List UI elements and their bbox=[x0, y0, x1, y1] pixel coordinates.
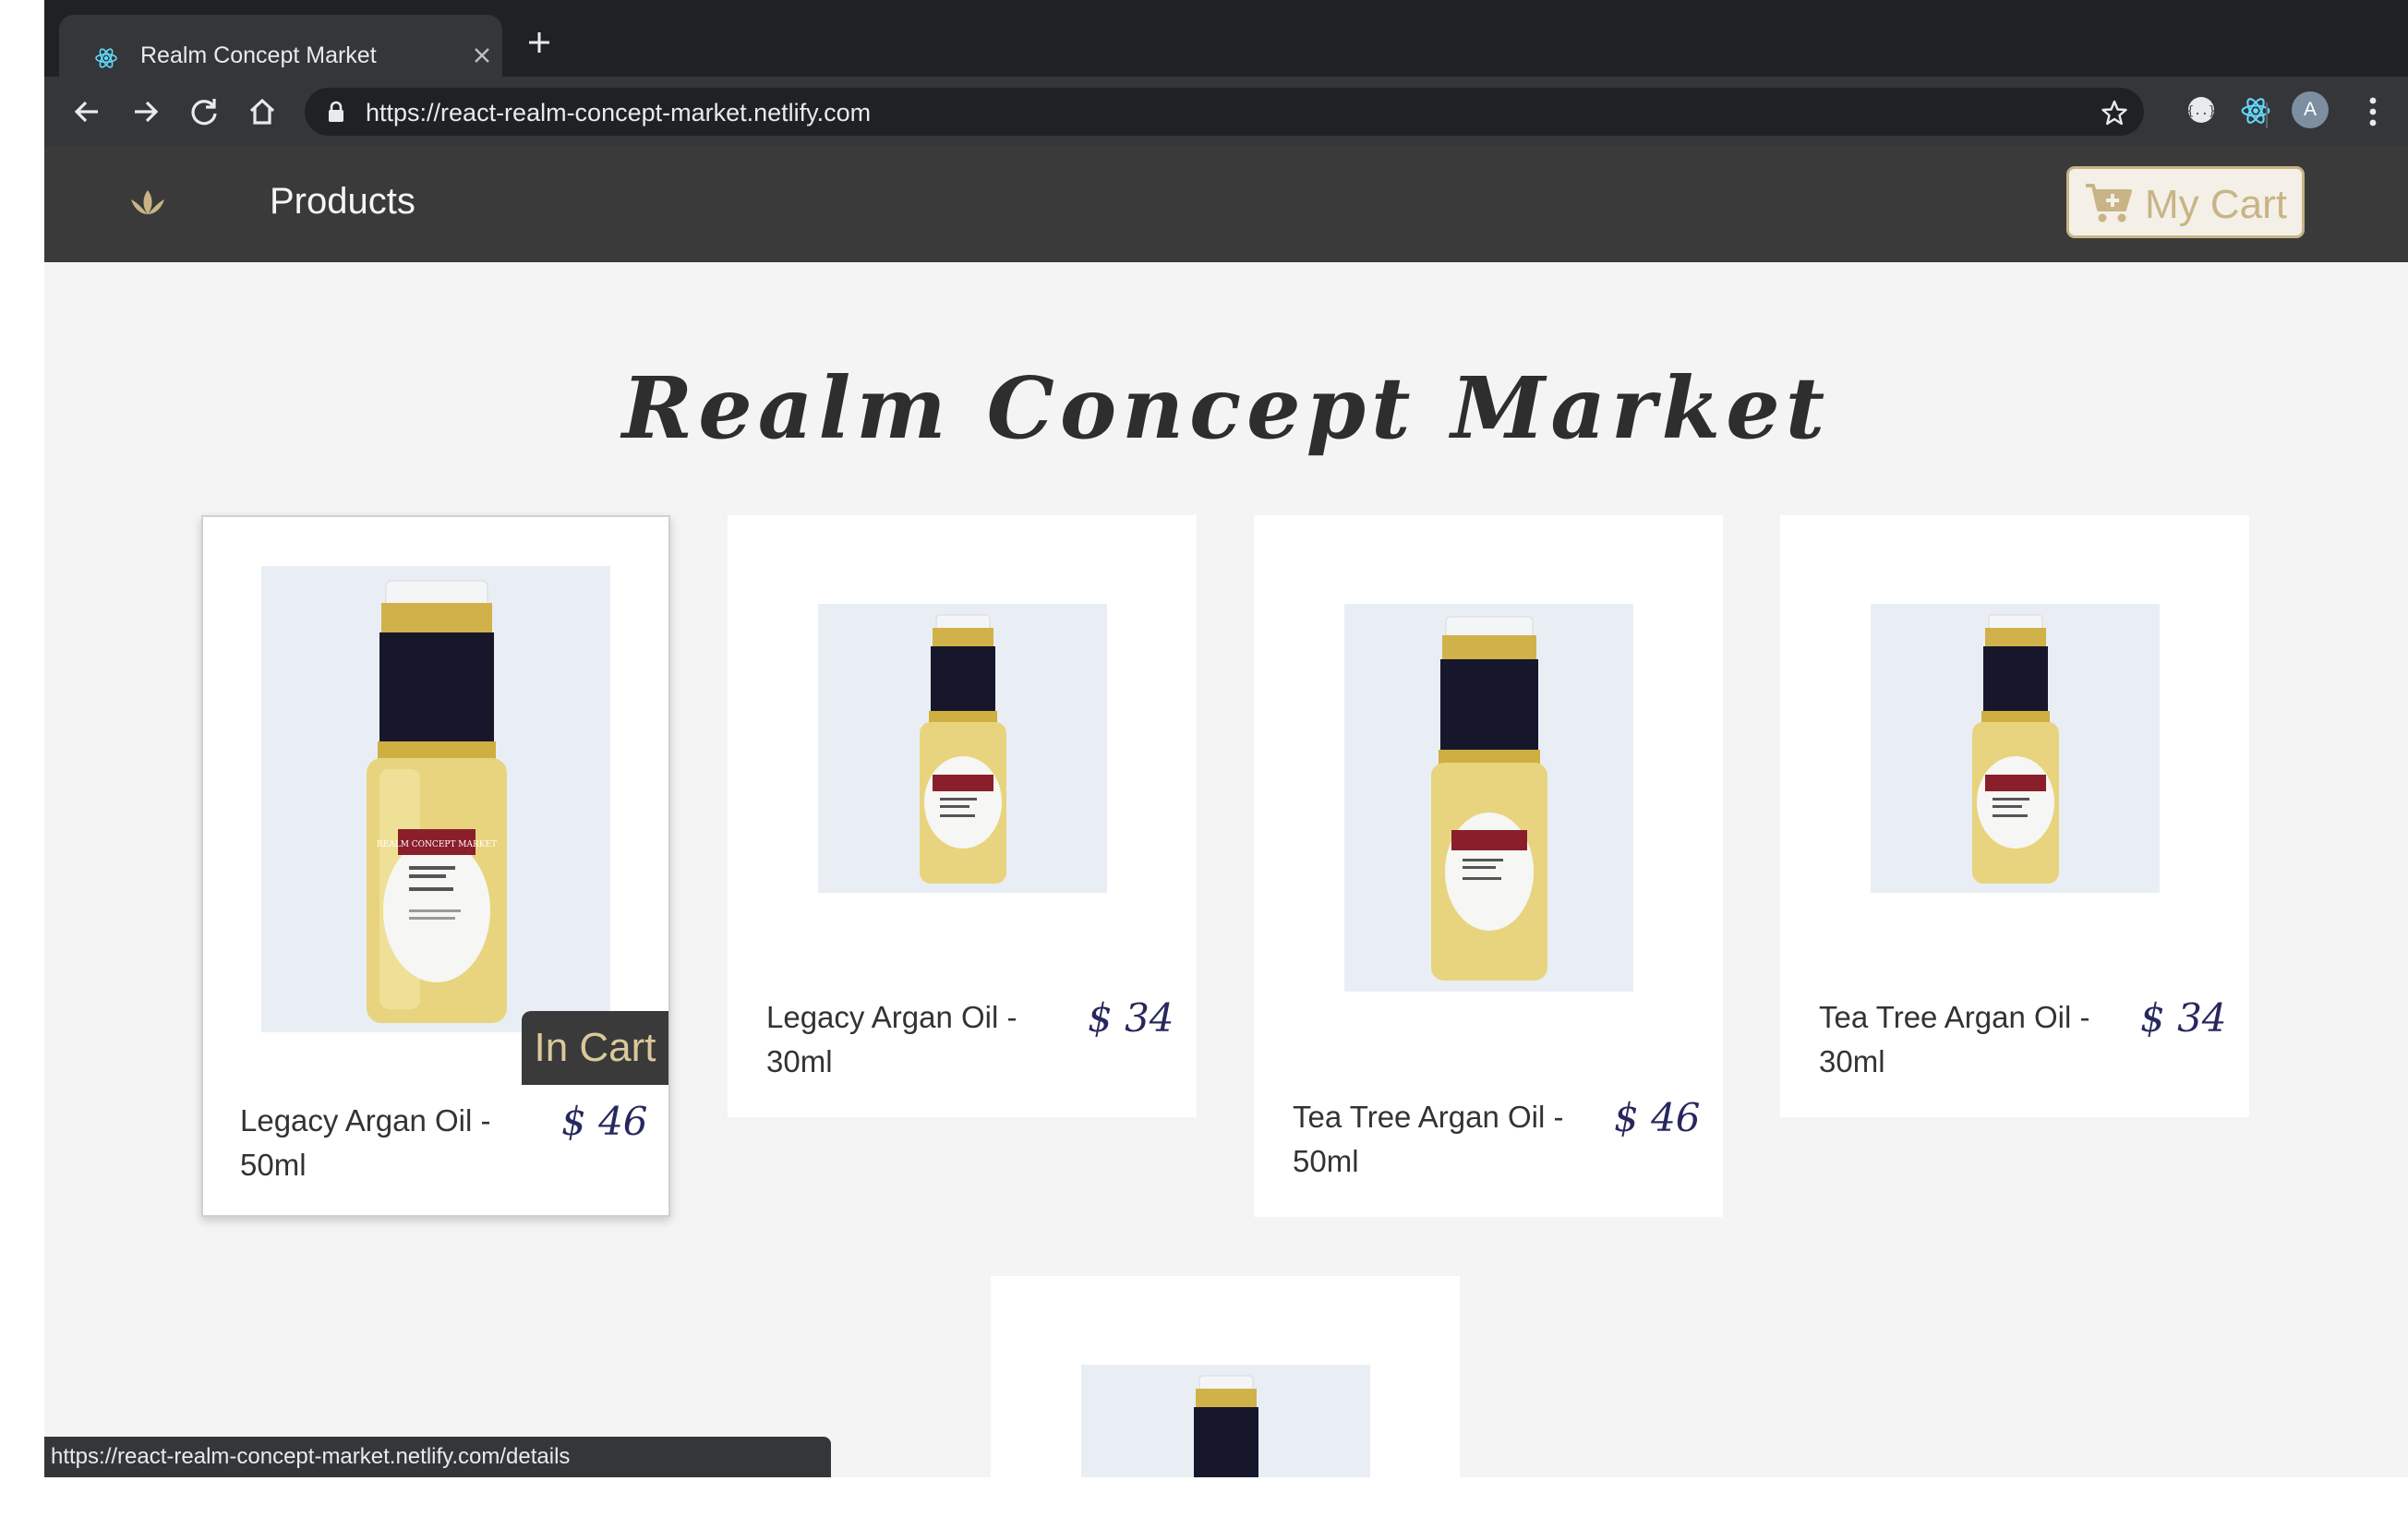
close-icon[interactable] bbox=[473, 46, 491, 69]
in-cart-badge[interactable]: In Cart bbox=[522, 1011, 668, 1085]
product-name: Tea Tree Argan Oil - 30ml bbox=[1819, 1000, 2090, 1078]
product-price: $ 46 bbox=[561, 1099, 648, 1144]
browser-window: Realm Concept Market https://react-realm… bbox=[44, 0, 2408, 1477]
product-card[interactable]: Tea Tree Argan Oil - 30ml $ 34 bbox=[1780, 515, 2249, 1117]
my-cart-label: My Cart bbox=[2145, 182, 2287, 227]
reload-icon[interactable] bbox=[187, 95, 221, 128]
browser-tab[interactable]: Realm Concept Market bbox=[59, 15, 502, 77]
product-price: $ 34 bbox=[2140, 995, 2227, 1041]
bottle-label-text: REALM CONCEPT MARKET bbox=[377, 840, 497, 849]
product-name: Legacy Argan Oil - 30ml bbox=[766, 1000, 1017, 1078]
web-page: Products My Cart Realm Concept Market RE… bbox=[44, 146, 2408, 1477]
product-card[interactable]: REALM CONCEPT MARKET In Cart Legacy Arga… bbox=[201, 515, 670, 1217]
cart-plus-icon bbox=[2084, 182, 2134, 229]
star-icon[interactable] bbox=[2101, 100, 2127, 130]
my-cart-button[interactable]: My Cart bbox=[2066, 166, 2305, 238]
avatar[interactable]: A bbox=[2292, 91, 2329, 128]
lock-icon[interactable] bbox=[327, 101, 345, 127]
nav-products-link[interactable]: Products bbox=[270, 181, 415, 223]
product-card[interactable]: Tea Tree Argan Oil - 50ml $ 46 bbox=[1254, 515, 1723, 1217]
back-arrow-icon[interactable] bbox=[70, 95, 103, 128]
tab-strip: Realm Concept Market bbox=[44, 0, 2408, 77]
site-navbar: Products My Cart bbox=[44, 146, 2408, 262]
home-icon[interactable] bbox=[246, 95, 279, 128]
kebab-menu-icon[interactable] bbox=[2367, 95, 2378, 133]
react-logo-icon bbox=[94, 46, 118, 75]
lotus-logo-icon[interactable] bbox=[129, 187, 166, 223]
product-image[interactable] bbox=[1081, 1365, 1370, 1477]
product-card[interactable]: Legacy Argan Oil - 30ml $ 34 bbox=[728, 515, 1197, 1117]
page-title: Realm Concept Market bbox=[621, 358, 1831, 458]
product-card[interactable] bbox=[991, 1276, 1460, 1477]
browser-toolbar: https://react-realm-concept-market.netli… bbox=[44, 77, 2408, 146]
url-text[interactable]: https://react-realm-concept-market.netli… bbox=[366, 99, 871, 127]
status-bubble: https://react-realm-concept-market.netli… bbox=[44, 1437, 831, 1477]
product-image[interactable] bbox=[1871, 604, 2160, 893]
toolbar-divider bbox=[2266, 102, 2268, 128]
product-image[interactable] bbox=[1344, 604, 1633, 992]
extension-icon[interactable]: {..} bbox=[2186, 95, 2216, 129]
product-price: $ 34 bbox=[1088, 995, 1174, 1041]
status-url: https://react-realm-concept-market.netli… bbox=[51, 1444, 571, 1469]
tab-title: Realm Concept Market bbox=[140, 42, 377, 68]
product-name: Legacy Argan Oil - 50ml bbox=[240, 1103, 491, 1182]
product-image[interactable]: REALM CONCEPT MARKET bbox=[261, 566, 610, 1032]
plus-icon[interactable] bbox=[526, 30, 552, 60]
forward-arrow-icon[interactable] bbox=[129, 95, 163, 128]
svg-text:{..}: {..} bbox=[2186, 104, 2215, 118]
address-bar[interactable]: https://react-realm-concept-market.netli… bbox=[305, 88, 2144, 136]
product-image[interactable] bbox=[818, 604, 1107, 893]
product-price: $ 46 bbox=[1614, 1095, 1701, 1140]
product-name: Tea Tree Argan Oil - 50ml bbox=[1293, 1100, 1564, 1178]
